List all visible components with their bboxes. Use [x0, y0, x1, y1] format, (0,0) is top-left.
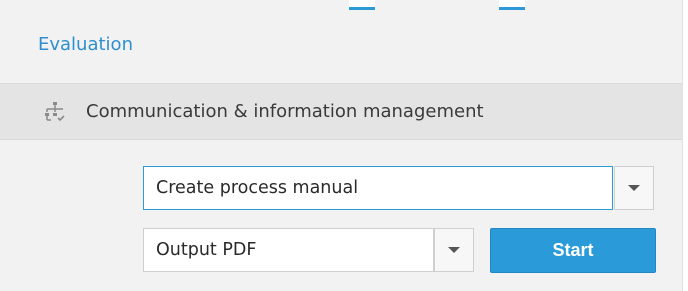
panel: Evaluation Communication & information m… — [0, 0, 683, 291]
output-select-dropdown-button[interactable] — [434, 228, 474, 272]
output-select-value: Output PDF — [156, 240, 257, 260]
caret-down-icon — [628, 185, 640, 191]
section-title: Communication & information management — [86, 101, 484, 122]
process-select-value: Create process manual — [156, 178, 359, 198]
tab-indicator[interactable] — [349, 0, 375, 10]
top-tab-strip — [0, 0, 682, 10]
caret-down-icon — [448, 247, 460, 253]
evaluation-link[interactable]: Evaluation — [38, 34, 133, 55]
tab-indicator[interactable] — [499, 0, 525, 10]
section-header: Communication & information management — [0, 83, 682, 140]
process-select[interactable]: Create process manual — [143, 166, 613, 210]
process-select-dropdown-button[interactable] — [614, 166, 654, 210]
output-select[interactable]: Output PDF — [143, 228, 434, 272]
process-hierarchy-icon — [44, 101, 66, 123]
start-button[interactable]: Start — [490, 228, 656, 273]
